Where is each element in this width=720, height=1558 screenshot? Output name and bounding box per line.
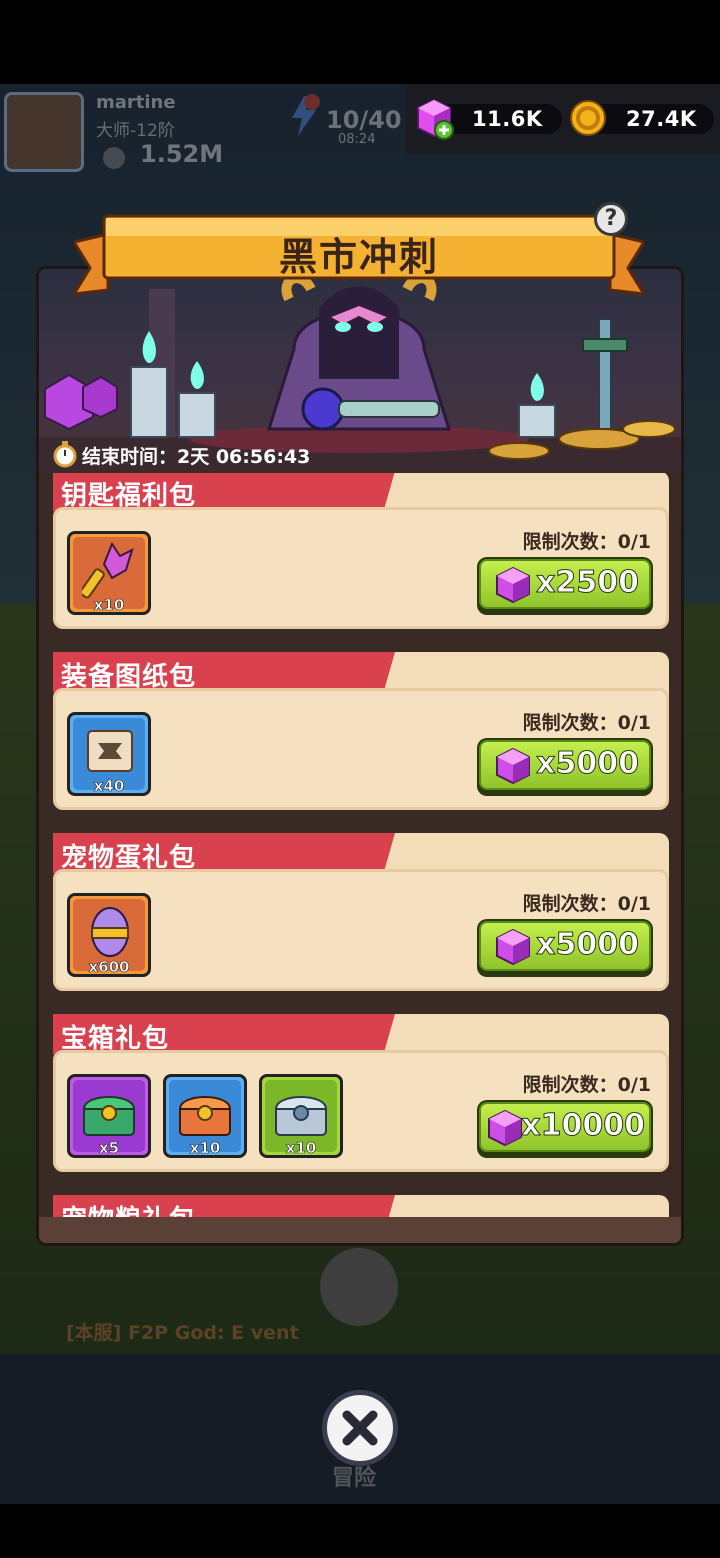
key-icon xyxy=(82,541,134,599)
background-close-button xyxy=(320,1248,398,1326)
pack-list[interactable]: 钥匙福利包 限制次数：0/1 x10 x2500 装备图纸包 限制次数：0/1 … xyxy=(39,473,681,1217)
coin-icon xyxy=(570,100,606,136)
pack-item[interactable]: x5 xyxy=(67,1074,151,1158)
buy-button[interactable]: x5000 xyxy=(477,919,653,977)
buy-button[interactable]: x5000 xyxy=(477,738,653,796)
orange-chest-icon xyxy=(178,1096,232,1136)
silver-chest-icon xyxy=(274,1096,328,1136)
close-button[interactable] xyxy=(322,1390,398,1466)
merchant-banner xyxy=(39,269,681,471)
gem-counter[interactable]: 11.6K xyxy=(436,104,562,134)
lightning-icon xyxy=(292,94,320,136)
power-icon xyxy=(103,147,125,169)
pack-item[interactable]: x600 xyxy=(67,893,151,977)
gem-icon xyxy=(488,1110,522,1146)
panel-bottom-edge xyxy=(39,1217,681,1243)
resource-bar: 11.6K 27.4K xyxy=(406,84,720,154)
pack-item[interactable]: x40 xyxy=(67,712,151,796)
pack-card-pet-food: 宠物粮礼包 xyxy=(53,1195,669,1217)
gem-icon xyxy=(496,567,530,603)
purchase-limit: 限制次数：0/1 xyxy=(522,531,651,553)
gem-icon xyxy=(496,929,530,965)
avatar xyxy=(4,92,84,172)
player-name: martine xyxy=(96,92,176,113)
timer-text: 结束时间：2天 06:56:43 xyxy=(82,446,311,468)
player-info: martine 大师-12阶 1.52M 10/40 08:24 xyxy=(0,88,402,180)
item-quantity: x40 xyxy=(93,777,125,796)
help-button[interactable]: ? xyxy=(594,202,628,236)
item-quantity: x10 xyxy=(93,596,125,615)
stamina-timer: 08:24 xyxy=(338,132,376,147)
event-title: 黑市冲刺 xyxy=(278,235,439,279)
buy-price: x10000 xyxy=(521,1108,646,1144)
pack-card-chest: 宝箱礼包 限制次数：0/1 x5 x10 x10 x10000 xyxy=(53,1014,669,1172)
pack-item[interactable]: x10 xyxy=(67,531,151,615)
player-rank: 大师-12阶 xyxy=(96,121,175,141)
purchase-limit: 限制次数：0/1 xyxy=(522,712,651,734)
blueprint-icon xyxy=(87,730,133,772)
gem-icon xyxy=(496,748,530,784)
buy-price: x2500 xyxy=(536,565,640,601)
pack-card-blueprint: 装备图纸包 限制次数：0/1 x40 x5000 xyxy=(53,652,669,810)
player-power: 1.52M xyxy=(140,140,224,168)
purchase-limit: 限制次数：0/1 xyxy=(522,1074,651,1096)
pack-card-pet-egg: 宠物蛋礼包 限制次数：0/1 x600 x5000 xyxy=(53,833,669,991)
buy-button[interactable]: x2500 xyxy=(477,557,653,615)
pack-title: 宠物粮礼包 xyxy=(61,1199,196,1217)
item-quantity: x10 xyxy=(285,1139,317,1158)
stopwatch-icon xyxy=(53,441,77,468)
hooded-merchant-illustration xyxy=(39,273,681,471)
buy-button[interactable]: x10000 xyxy=(477,1100,653,1158)
close-icon xyxy=(342,1410,378,1446)
pack-card-key: 钥匙福利包 限制次数：0/1 x10 x2500 xyxy=(53,473,669,629)
pack-item[interactable]: x10 xyxy=(259,1074,343,1158)
item-quantity: x10 xyxy=(189,1139,221,1158)
chat-preview: [本服] F2P God: E vent xyxy=(66,1322,299,1344)
buy-price: x5000 xyxy=(536,927,640,963)
gem-count: 11.6K xyxy=(472,107,543,131)
pet-egg-icon xyxy=(91,907,129,957)
coin-count: 27.4K xyxy=(626,107,697,131)
stamina-value: 10/40 xyxy=(326,106,402,134)
title-ribbon: 黑市冲刺 xyxy=(74,212,644,298)
pack-item[interactable]: x10 xyxy=(163,1074,247,1158)
purchase-limit: 限制次数：0/1 xyxy=(522,893,651,915)
item-quantity: x5 xyxy=(98,1139,120,1158)
black-market-panel: 钥匙福利包 限制次数：0/1 x10 x2500 装备图纸包 限制次数：0/1 … xyxy=(36,266,684,1246)
item-quantity: x600 xyxy=(88,958,130,977)
buy-price: x5000 xyxy=(536,746,640,782)
green-chest-icon xyxy=(82,1096,136,1136)
gem-plus-icon[interactable] xyxy=(414,98,454,140)
